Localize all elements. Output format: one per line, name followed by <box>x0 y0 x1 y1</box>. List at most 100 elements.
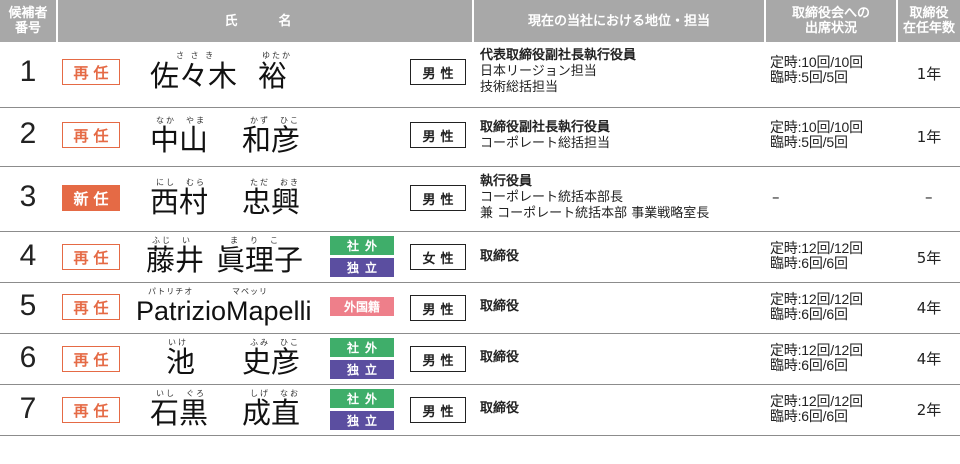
gender-badge: 男性 <box>410 346 466 372</box>
header-attendance-line2: 出席状況 <box>804 21 857 36</box>
candidate-number: 5 <box>19 289 37 322</box>
gender-badge: 女性 <box>410 244 466 270</box>
header-number-line2: 番号 <box>14 21 41 36</box>
position-text: 取締役 <box>480 401 519 417</box>
candidate-row-4: 4 再任 ふじ い ま り こ 藤井 眞理子 社外 独立 女性 取締役 定時:1… <box>0 232 960 282</box>
attendance: 定時:12回/12回 臨時:6回/6回 <box>770 343 863 373</box>
director-candidates-table: 候補者 番号 氏 名 現在の当社における地位・担当 取締役会への 出席状況 取締役在… <box>0 0 960 464</box>
position-text: 執行役員 コーポレート統括本部長 兼 コーポレート統括本部 事業戦略室長 <box>480 174 709 222</box>
header-name: 氏 名 <box>58 0 472 42</box>
header-years: 取締役 在任年数 <box>898 0 960 42</box>
family-name: 佐々木 <box>150 59 238 93</box>
position-line: コーポレート統括本部長 <box>480 190 624 205</box>
candidate-number: 3 <box>19 180 37 213</box>
attendance-special: 臨時:5回/5回 <box>770 69 848 85</box>
candidate-number: 1 <box>19 55 37 88</box>
candidate-row-7: 7 再任 いし ぐろ しげ なお 石黒 成直 社外 独立 男性 取締役 定時:1… <box>0 385 960 435</box>
candidate-row-6: 6 再任 いけ ふみ ひこ 池 史彦 社外 独立 男性 取締役 定時:12回/1… <box>0 334 960 384</box>
header-attendance-line1: 取締役会への <box>791 6 870 21</box>
family-name: 西村 <box>150 185 209 219</box>
attendance: 定時:10回/10回 臨時:5回/5回 <box>770 55 863 85</box>
candidate-number: 4 <box>19 239 37 272</box>
family-name: 池 <box>166 345 196 379</box>
outside-director-badge: 社外 <box>330 389 394 408</box>
outside-director-badge: 社外 <box>330 338 394 357</box>
attendance-regular: 定時:12回/12回 <box>770 342 863 358</box>
outside-director-badge: 社外 <box>330 236 394 255</box>
header-attendance: 取締役会への 出席状況 <box>766 0 896 42</box>
position-text: 取締役 <box>480 350 519 366</box>
foreign-national-badge: 外国籍 <box>330 297 394 316</box>
attendance-regular: 定時:10回/10回 <box>770 119 863 135</box>
given-name: 成直 <box>242 396 301 430</box>
position-text: 取締役 <box>480 249 519 265</box>
attendance-special: 臨時:6回/6回 <box>770 357 848 373</box>
years-in-office: 1年 <box>916 128 942 146</box>
family-name: 藤井 <box>146 243 205 277</box>
years-dash: – <box>925 188 933 206</box>
header-years-line1: 取締役 <box>909 6 949 21</box>
given-name: 裕 <box>258 59 288 93</box>
gender-badge: 男性 <box>410 397 466 423</box>
position-line: 取締役副社長執行役員 <box>480 120 611 135</box>
attendance-regular: 定時:12回/12回 <box>770 240 863 256</box>
attendance-special: 臨時:6回/6回 <box>770 255 848 271</box>
header-position-label: 現在の当社における地位・担当 <box>527 13 710 29</box>
family-name: Patrizio <box>136 296 227 326</box>
header-years-line2: 在任年数 <box>902 21 955 36</box>
attendance-regular: 定時:12回/12回 <box>770 393 863 409</box>
header-number-line1: 候補者 <box>8 6 48 21</box>
attendance: 定時:12回/12回 臨時:6回/6回 <box>770 394 863 424</box>
candidate-number: 7 <box>19 392 37 425</box>
position-line: 取締役 <box>480 401 520 416</box>
family-name: 石黒 <box>150 396 209 430</box>
header-number: 候補者 番号 <box>0 0 56 42</box>
attendance: 定時:10回/10回 臨時:5回/5回 <box>770 120 863 150</box>
years-in-office: 4年 <box>916 350 942 368</box>
status-badge: 再任 <box>62 244 120 270</box>
position-line: 兼 コーポレート統括本部 事業戦略室長 <box>480 206 710 221</box>
position-line: 取締役 <box>480 299 520 314</box>
status-badge: 新任 <box>62 185 120 211</box>
position-line: 日本リージョン担当 <box>480 64 597 79</box>
years-in-office: 1年 <box>916 65 942 83</box>
given-name: 史彦 <box>242 345 301 379</box>
gender-badge: 男性 <box>410 59 466 85</box>
candidate-row-5: 5 再任 パトリチオ マペッリ Patrizio Mapelli 外国籍 男性 … <box>0 283 960 333</box>
years-in-office: 4年 <box>916 299 942 317</box>
header-position: 現在の当社における地位・担当 <box>474 0 764 42</box>
given-name: 和彦 <box>242 123 301 157</box>
position-text: 取締役 <box>480 299 519 315</box>
attendance-special: 臨時:6回/6回 <box>770 306 848 322</box>
status-badge: 再任 <box>62 59 120 85</box>
candidate-row-2: 2 再任 なか やま かず ひこ 中山 和彦 男性 取締役副社長執行役員 コーポ… <box>0 108 960 166</box>
candidate-row-3: 3 新任 にし むら ただ おき 西村 忠興 男性 執行役員 コーポレート統括本… <box>0 167 960 231</box>
position-line: 技術総括担当 <box>480 80 559 95</box>
attendance-regular: 定時:10回/10回 <box>770 54 863 70</box>
position-line: コーポレート総括担当 <box>480 136 611 151</box>
candidate-row-1: 1 再任 さ さ き ゆたか 佐々木 裕 男性 代表取締役副社長執行役員 日本リ… <box>0 42 960 108</box>
given-name: Mapelli <box>226 296 312 326</box>
attendance: 定時:12回/12回 臨時:6回/6回 <box>770 292 863 322</box>
status-badge: 再任 <box>62 294 120 320</box>
independent-director-badge: 独立 <box>330 411 394 430</box>
attendance-regular: 定時:12回/12回 <box>770 291 863 307</box>
position-line: 執行役員 <box>480 174 533 189</box>
status-badge: 再任 <box>62 122 120 148</box>
given-name: 眞理子 <box>216 243 304 277</box>
gender-badge: 男性 <box>410 295 466 321</box>
candidate-number: 2 <box>19 117 37 150</box>
position-line: 代表取締役副社長執行役員 <box>480 48 637 63</box>
status-badge: 再任 <box>62 346 120 372</box>
position-text: 取締役副社長執行役員 コーポレート総括担当 <box>480 120 610 152</box>
family-name: 中山 <box>150 123 209 157</box>
given-name: 忠興 <box>242 185 301 219</box>
position-line: 取締役 <box>480 350 520 365</box>
status-badge: 再任 <box>62 397 120 423</box>
candidate-number: 6 <box>19 341 37 374</box>
years-in-office: 2年 <box>916 401 942 419</box>
attendance-special: 臨時:5回/5回 <box>770 134 848 150</box>
header-name-label: 氏 名 <box>224 13 306 29</box>
years-in-office: 5年 <box>916 249 942 267</box>
independent-director-badge: 独立 <box>330 360 394 379</box>
